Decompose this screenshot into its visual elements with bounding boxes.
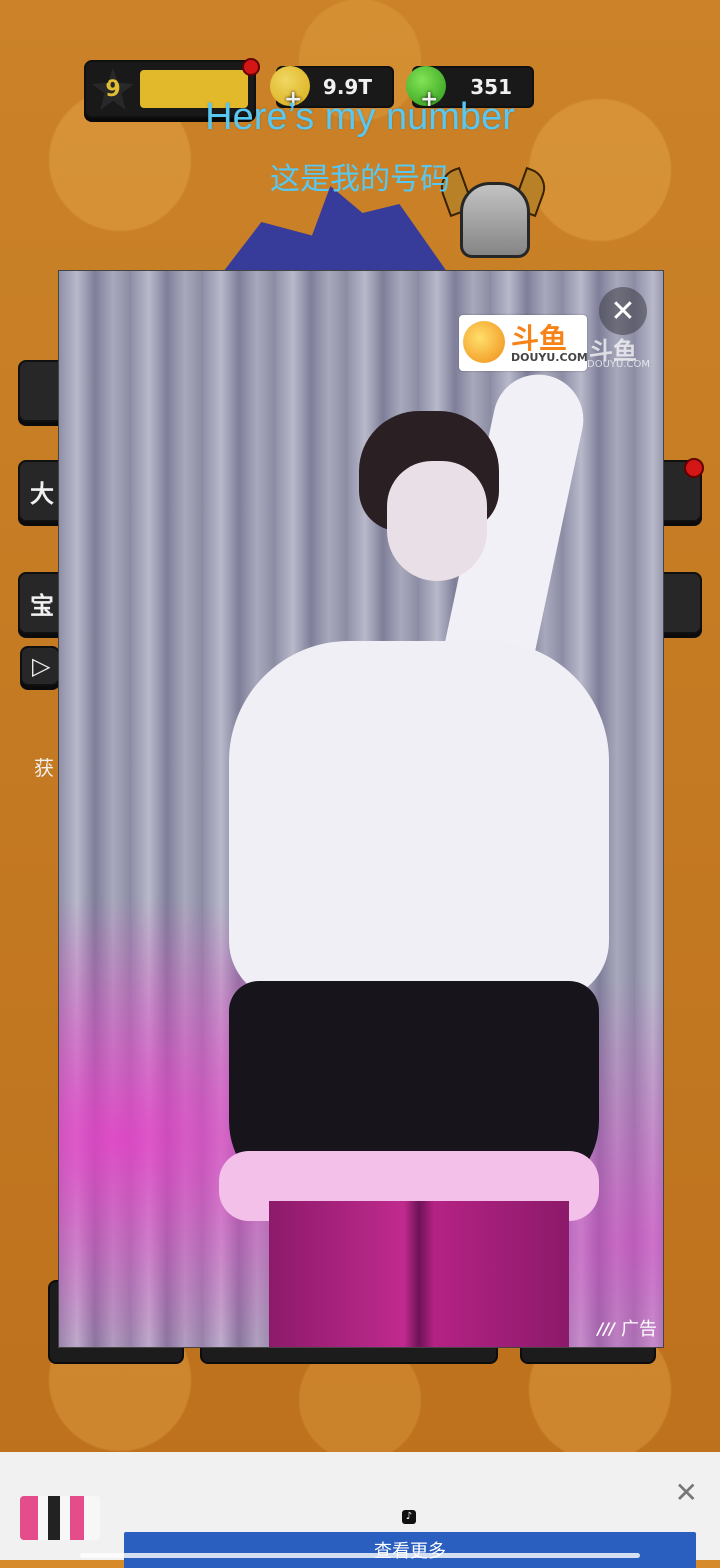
home-indicator[interactable] — [80, 1553, 640, 1558]
close-icon: ✕ — [610, 293, 636, 329]
view-more-button[interactable]: 查看更多 — [124, 1532, 696, 1568]
subtitle-english: Here’s my number — [205, 96, 515, 138]
figure-face — [387, 461, 487, 581]
tiktok-icon: ♪ — [402, 1510, 416, 1524]
douyu-watermark-url: DOUYU.COM — [587, 359, 650, 370]
douyu-logo: 斗鱼 DOUYU.COM — [459, 315, 588, 371]
figure-legs — [269, 1201, 569, 1347]
ad-network-icon: /// — [597, 1318, 615, 1338]
subtitle-chinese: 这是我的号码 — [270, 162, 450, 197]
ad-close-button[interactable]: ✕ — [599, 287, 647, 335]
douyu-logo-en: DOUYU.COM — [511, 351, 588, 364]
bottom-banner-ad[interactable]: ✕ ♪ 查看更多 — [0, 1452, 720, 1568]
ad-label: /// 广告 — [597, 1315, 657, 1341]
ad-label-text: 广告 — [621, 1319, 657, 1340]
douyu-fish-icon — [463, 321, 505, 363]
banner-close-icon[interactable]: ✕ — [675, 1476, 698, 1509]
figure-body — [229, 641, 609, 1001]
ad-video[interactable]: 斗鱼 DOUYU.COM 斗鱼 DOUYU.COM ✕ /// 广告 — [58, 270, 664, 1348]
banner-thumbnail[interactable] — [20, 1496, 100, 1540]
